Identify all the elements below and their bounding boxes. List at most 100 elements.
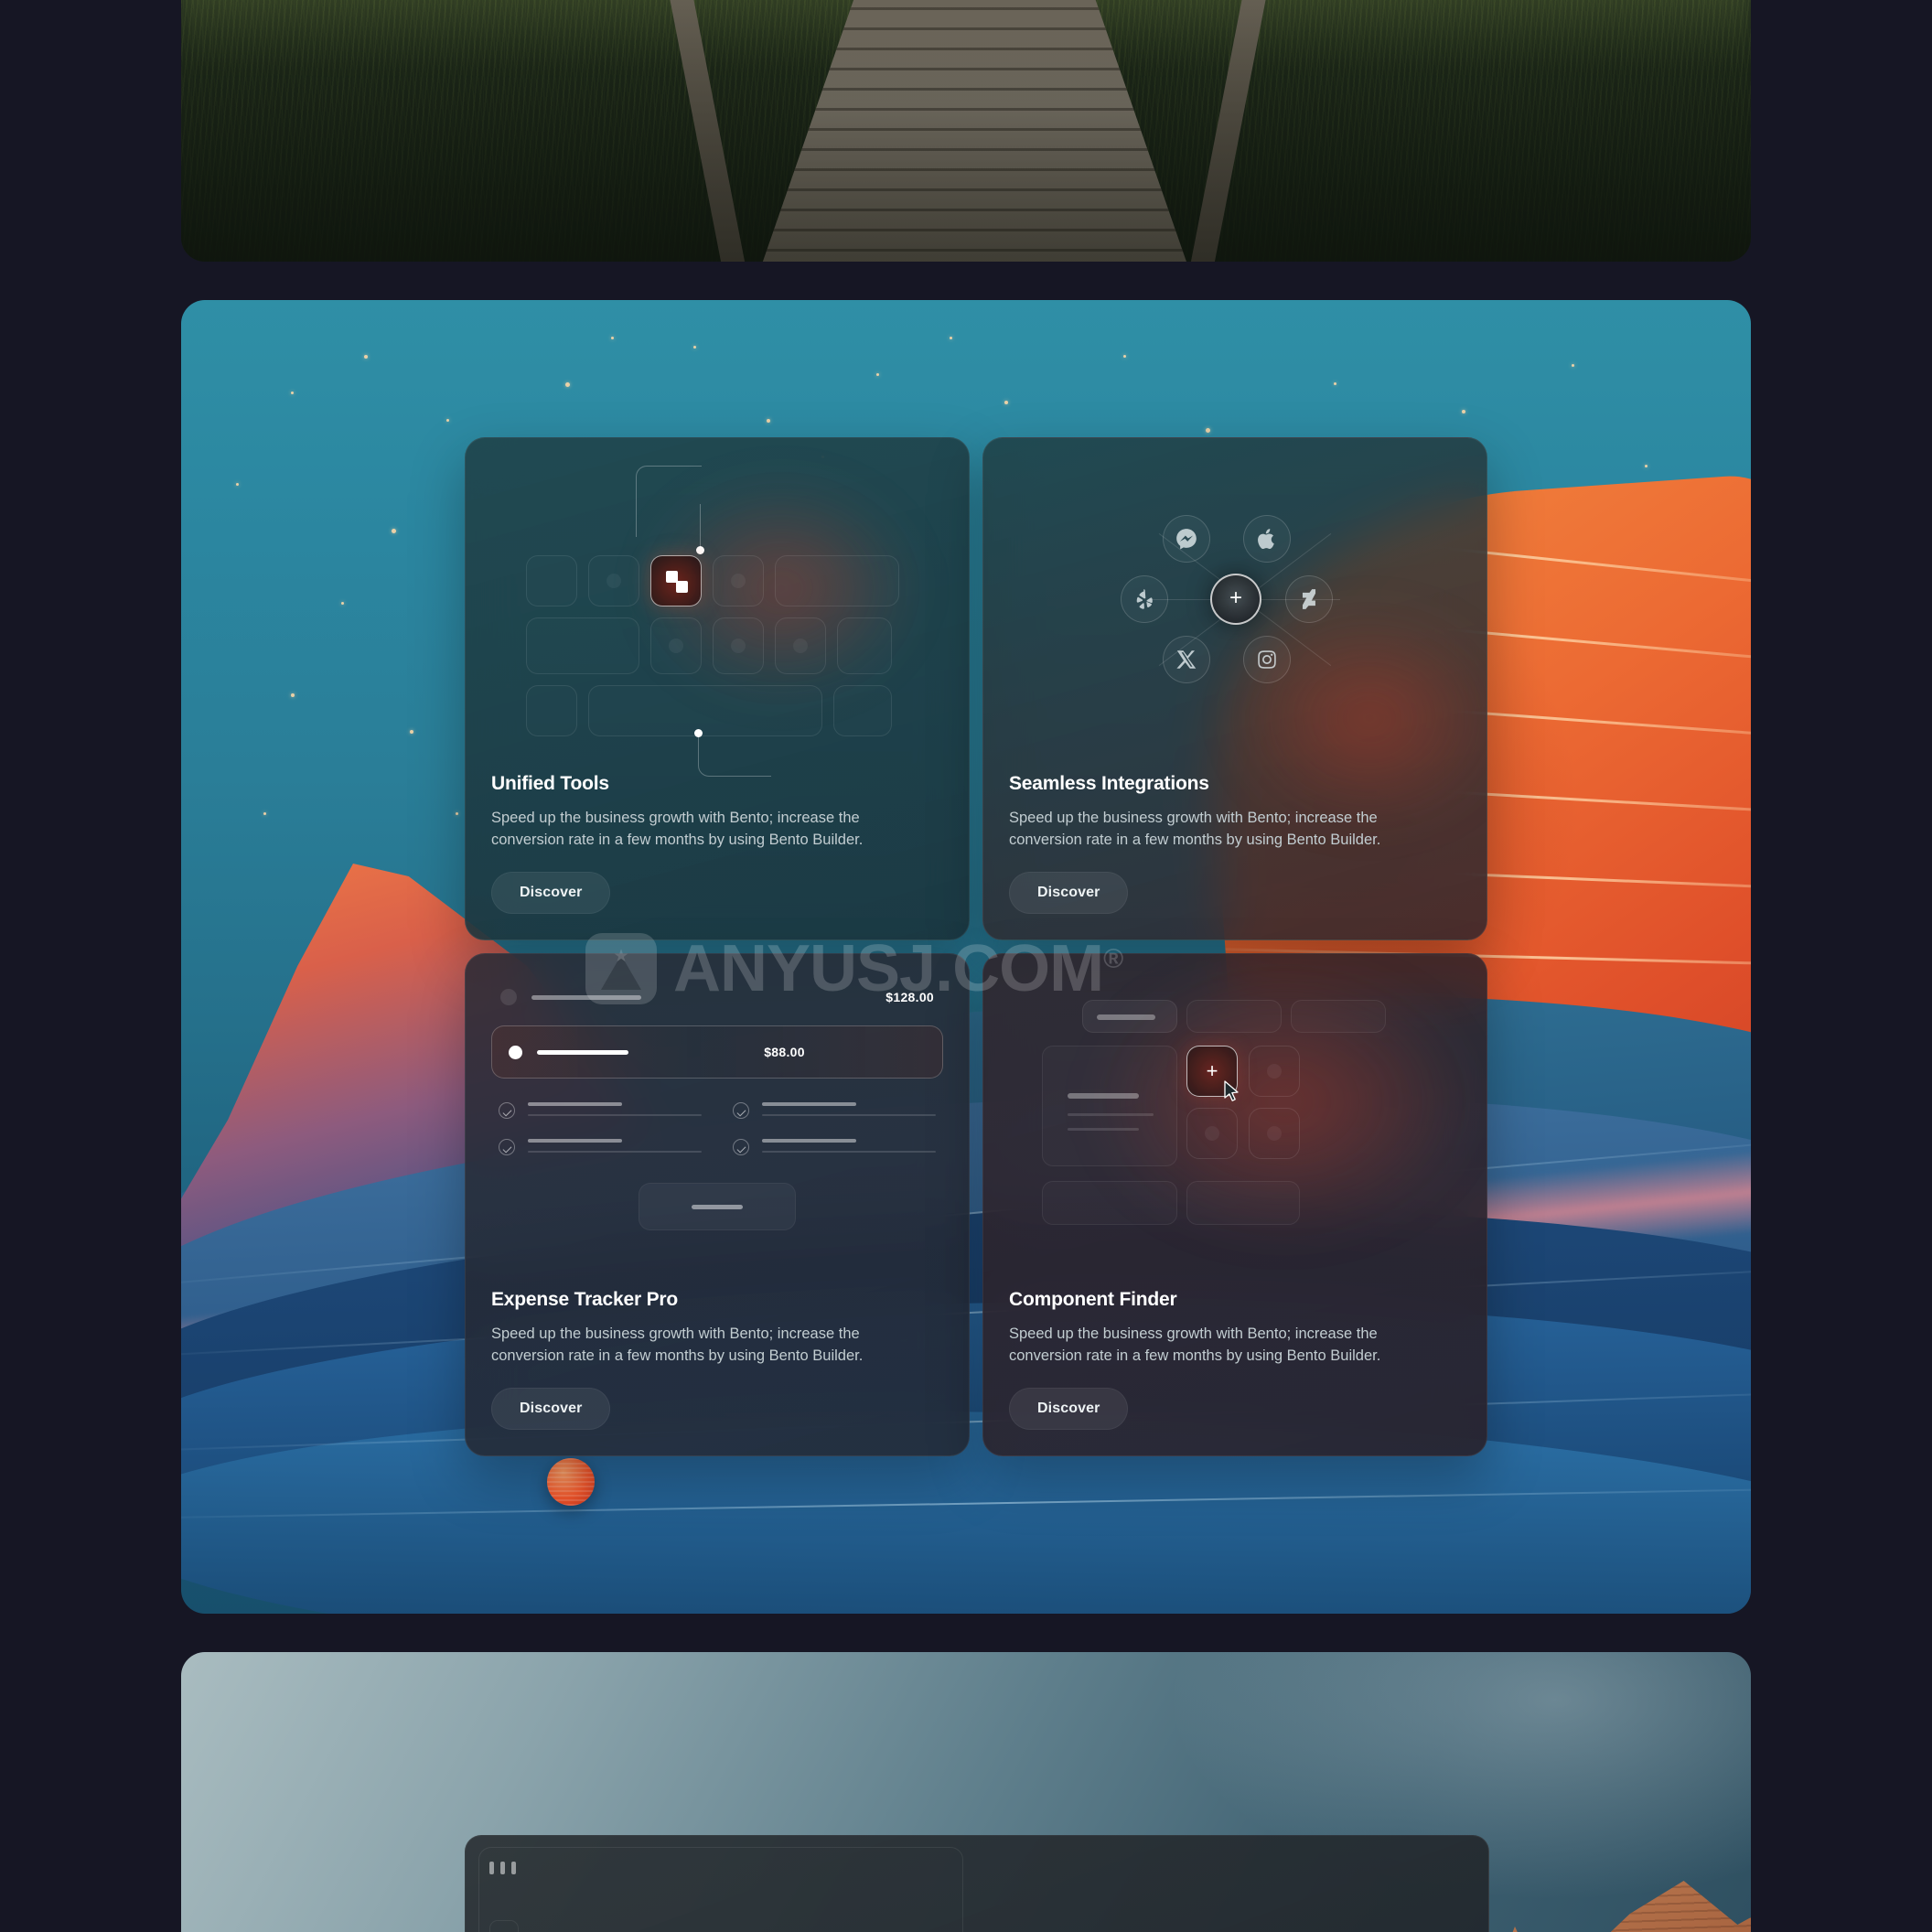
expense-selected-amount: $88.00 [764, 1045, 805, 1059]
discover-button[interactable]: Discover [1009, 1388, 1129, 1430]
window-control-dot[interactable] [500, 1862, 505, 1874]
star-dot [1123, 355, 1126, 358]
checklist-item[interactable] [733, 1139, 936, 1155]
integrations-illustration: + [983, 438, 1487, 731]
star-dot [410, 730, 413, 734]
component-finder-illustration: + [983, 954, 1487, 1256]
discover-button[interactable]: Discover [491, 1388, 611, 1430]
tool-tile-wide[interactable] [775, 555, 899, 606]
star-dot [291, 693, 295, 697]
bento-feature-grid-section: Unified Tools Speed up the business grow… [181, 300, 1751, 1614]
component-pill[interactable] [1291, 1000, 1386, 1033]
expense-row[interactable]: $128.00 [491, 989, 943, 1005]
tool-tile[interactable] [837, 617, 892, 674]
star-dot [236, 483, 239, 486]
star-dot [876, 373, 879, 376]
tool-tile[interactable] [526, 555, 577, 606]
instagram-icon[interactable] [1243, 636, 1291, 683]
card-title: Seamless Integrations [1009, 772, 1209, 794]
component-pill[interactable] [1186, 1000, 1282, 1033]
check-circle-icon[interactable] [733, 1102, 749, 1119]
component-tile[interactable] [1186, 1108, 1238, 1159]
component-pill-label [1097, 1014, 1155, 1020]
card-description: Speed up the business growth with Bento;… [491, 1325, 864, 1365]
card-title: Unified Tools [491, 772, 609, 794]
connector-line [698, 733, 771, 777]
window-control-dot[interactable] [511, 1862, 516, 1874]
expense-total-amount: $128.00 [886, 990, 934, 1004]
component-panel-line [1068, 1113, 1154, 1116]
star-dot [565, 382, 570, 387]
star-dot [611, 337, 614, 339]
star-dot [341, 602, 344, 605]
deviantart-icon[interactable] [1285, 575, 1333, 623]
checklist-item[interactable] [499, 1139, 702, 1155]
expense-tracker-illustration: $128.00 $88.00 [466, 954, 969, 1256]
messenger-icon[interactable] [1163, 515, 1210, 563]
bento-card-seamless-integrations[interactable]: + Seamless Integrations Speed up the bus… [982, 437, 1487, 940]
canyon-preview-banner [181, 1652, 1751, 1932]
tool-tile[interactable] [713, 555, 764, 606]
card-description: Speed up the business growth with Bento;… [1009, 809, 1381, 849]
bento-card-grid: Unified Tools Speed up the business grow… [465, 437, 1487, 1456]
bento-card-unified-tools[interactable]: Unified Tools Speed up the business grow… [465, 437, 970, 940]
component-tile[interactable] [1249, 1046, 1300, 1097]
tool-tile-wide[interactable] [526, 617, 639, 674]
photo-vignette [181, 0, 1751, 262]
form-field-chip [489, 1920, 519, 1932]
card-title: Component Finder [1009, 1288, 1177, 1310]
star-dot [767, 419, 770, 423]
star-dot [693, 346, 696, 349]
star-dot [1334, 382, 1336, 385]
tool-tile[interactable] [833, 685, 892, 736]
browser-sidebar-pane [478, 1847, 963, 1932]
expense-label-placeholder [537, 1049, 628, 1055]
expense-row-selected[interactable]: $88.00 [491, 1025, 943, 1079]
discover-button[interactable]: Discover [1009, 872, 1129, 914]
component-panel-title [1068, 1093, 1139, 1099]
tool-tile[interactable] [713, 617, 764, 674]
card-description: Speed up the business growth with Bento;… [491, 809, 864, 849]
card-body: Unified Tools Speed up the business grow… [491, 772, 943, 914]
check-circle-icon[interactable] [733, 1139, 749, 1155]
tool-tile[interactable] [588, 555, 639, 606]
window-control-dot[interactable] [489, 1862, 494, 1874]
page-root: Profile Wizard Set up a personalized pro… [0, 0, 1932, 1932]
tool-tile-wide[interactable] [588, 685, 822, 736]
component-panel[interactable] [1042, 1181, 1177, 1225]
yelp-icon[interactable] [1121, 575, 1168, 623]
component-tile[interactable] [1249, 1108, 1300, 1159]
x-twitter-icon[interactable] [1163, 636, 1210, 683]
star-dot [364, 355, 368, 359]
check-circle-icon[interactable] [499, 1102, 515, 1119]
browser-window-mockup[interactable] [465, 1835, 1489, 1932]
checklist-item[interactable] [733, 1102, 936, 1119]
checklist-item[interactable] [499, 1102, 702, 1119]
bento-card-expense-tracker-pro[interactable]: $128.00 $88.00 Expense Tracker Pro Speed… [465, 953, 970, 1456]
card-description: Speed up the business growth with Bento;… [1009, 1325, 1381, 1365]
star-dot [950, 337, 952, 339]
connector-line [700, 504, 701, 548]
radio-selected-icon[interactable] [509, 1045, 522, 1059]
star-dot [446, 419, 449, 422]
feature-photo-banner: Profile Wizard Set up a personalized pro… [181, 0, 1751, 262]
add-integration-hub-button[interactable]: + [1210, 574, 1261, 625]
component-panel[interactable] [1186, 1181, 1300, 1225]
star-dot [1572, 364, 1574, 367]
connector-dot [696, 546, 704, 554]
bento-card-component-finder[interactable]: + Component Finder Speed up the business… [982, 953, 1487, 1456]
radio-icon[interactable] [500, 989, 517, 1005]
button-label-placeholder [692, 1204, 743, 1209]
tool-tile[interactable] [775, 617, 826, 674]
component-panel[interactable] [1042, 1046, 1177, 1166]
tool-tile[interactable] [526, 685, 577, 736]
check-circle-icon[interactable] [499, 1139, 515, 1155]
tool-tile-active[interactable] [650, 555, 702, 606]
apple-icon[interactable] [1243, 515, 1291, 563]
discover-button[interactable]: Discover [491, 872, 611, 914]
tool-tile[interactable] [650, 617, 702, 674]
card-body: Expense Tracker Pro Speed up the busines… [491, 1289, 943, 1430]
browser-window-controls[interactable] [489, 1862, 516, 1874]
unified-tools-illustration [466, 438, 969, 777]
expense-submit-button[interactable] [639, 1183, 796, 1230]
